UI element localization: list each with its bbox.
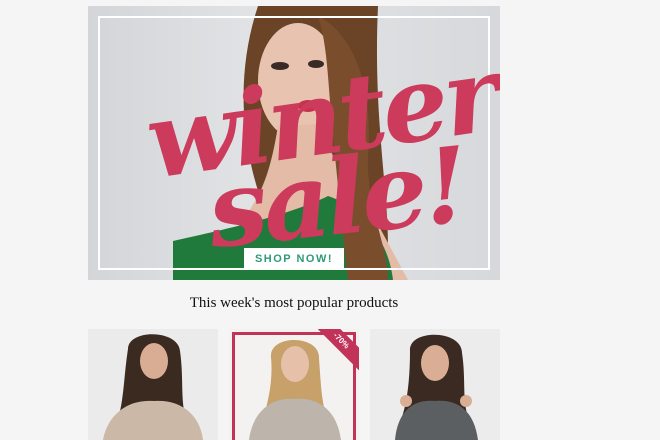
- product-image: [88, 329, 218, 440]
- headline-line-2: sale!: [202, 122, 471, 273]
- sale-headline: winter sale!: [138, 32, 500, 272]
- section-title: This week's most popular products: [189, 295, 399, 311]
- product-card-featured[interactable]: -70%: [229, 329, 359, 440]
- hero-banner[interactable]: winter sale! SHOP NOW!: [88, 6, 500, 280]
- product-card[interactable]: [370, 329, 500, 440]
- product-image: [370, 329, 500, 440]
- shop-now-button[interactable]: SHOP NOW!: [244, 248, 344, 270]
- product-card[interactable]: [88, 329, 218, 440]
